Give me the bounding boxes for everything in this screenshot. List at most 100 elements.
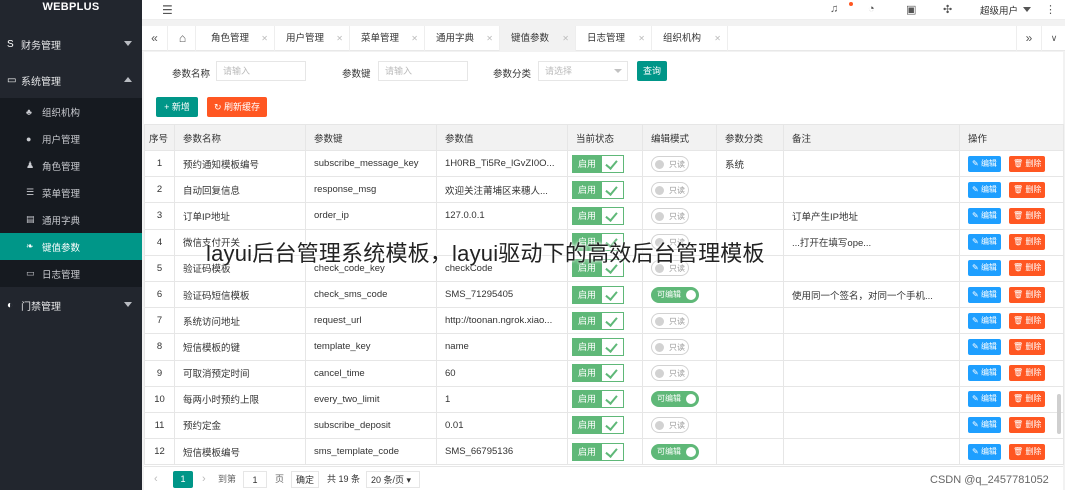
- add-button[interactable]: + 新增: [156, 97, 198, 117]
- delete-button[interactable]: 🗑 删除: [1008, 443, 1046, 460]
- sidebar-item-menus[interactable]: ☰ 菜单管理: [0, 179, 142, 206]
- edit-button[interactable]: ✎ 编辑: [968, 260, 1001, 277]
- tab-org[interactable]: 组织机构 ✕: [652, 26, 728, 51]
- state-checkbox[interactable]: 启用: [572, 364, 624, 383]
- close-icon[interactable]: ✕: [486, 26, 493, 51]
- bell-icon[interactable]: ♫: [830, 3, 838, 15]
- sidebar-item-params[interactable]: ❧ 键值参数: [0, 233, 142, 260]
- theme-icon[interactable]: ◔: [868, 3, 875, 15]
- close-icon[interactable]: ✕: [411, 26, 418, 51]
- edit-button[interactable]: ✎ 编辑: [968, 181, 1001, 198]
- vertical-scrollbar[interactable]: [1057, 394, 1061, 434]
- edit-button[interactable]: ✎ 编辑: [968, 286, 1001, 303]
- tab-logs[interactable]: 日志管理 ✕: [576, 26, 652, 51]
- edit-mode-switch[interactable]: 只读: [651, 155, 689, 172]
- delete-button[interactable]: 🗑 删除: [1008, 365, 1046, 382]
- edit-mode-switch[interactable]: 只读: [651, 181, 689, 198]
- edit-button[interactable]: ✎ 编辑: [968, 417, 1001, 434]
- table-row[interactable]: 11 预约定金 subscribe_deposit 0.01 启用 只读 ✎ 编辑 🗑 删除: [144, 411, 1064, 440]
- column-header[interactable]: 参数键: [305, 124, 437, 151]
- tab-scroll-right-icon[interactable]: »: [1016, 26, 1042, 51]
- table-row[interactable]: 2 自动回复信息 response_msg 欢迎关注莆埔区来穗人... 启用 只读 ✎ 编辑…: [144, 176, 1064, 204]
- table-row[interactable]: 9 可取消预定时间 cancel_time 60 启用 只读 ✎ 编辑 🗑 删除: [144, 359, 1064, 387]
- state-checkbox[interactable]: 启用: [572, 311, 624, 330]
- goto-page-input[interactable]: 1: [243, 471, 267, 488]
- edit-mode-switch[interactable]: 只读: [651, 312, 689, 329]
- delete-button[interactable]: 🗑 删除: [1008, 234, 1046, 251]
- sidebar-item-dictionary[interactable]: ▤ 通用字典: [0, 206, 142, 233]
- state-checkbox[interactable]: 启用: [572, 180, 624, 199]
- delete-button[interactable]: 🗑 删除: [1008, 286, 1046, 303]
- edit-button[interactable]: ✎ 编辑: [968, 207, 1001, 224]
- close-icon[interactable]: ✕: [562, 26, 569, 51]
- caret-down-icon[interactable]: [1023, 7, 1031, 12]
- edit-button[interactable]: ✎ 编辑: [968, 338, 1001, 355]
- sidebar-item-org[interactable]: ♣ 组织机构: [0, 98, 142, 125]
- delete-button[interactable]: 🗑 删除: [1008, 181, 1046, 198]
- column-header[interactable]: 参数值: [436, 124, 568, 151]
- edit-button[interactable]: ✎ 编辑: [968, 155, 1001, 172]
- close-icon[interactable]: ✕: [261, 26, 268, 51]
- table-row[interactable]: 10 每两小时预约上限 every_two_limit 1 启用 可编辑 ✎ 编辑 🗑 删除: [144, 385, 1064, 413]
- sidebar-item-users[interactable]: ● 用户管理: [0, 125, 142, 152]
- column-header[interactable]: 操作: [959, 124, 1064, 151]
- edit-mode-switch[interactable]: 只读: [651, 338, 689, 355]
- edit-mode-switch[interactable]: 只读: [651, 417, 689, 434]
- sidebar-item-roles[interactable]: ♟ 角色管理: [0, 152, 142, 179]
- chevron-down-icon[interactable]: ∨: [1041, 26, 1065, 51]
- prev-page-icon[interactable]: ‹: [154, 471, 158, 488]
- fullscreen-icon[interactable]: ✣: [943, 3, 952, 16]
- query-button[interactable]: 查询: [637, 61, 667, 81]
- state-checkbox[interactable]: 启用: [572, 154, 624, 173]
- column-header[interactable]: 编辑模式: [642, 124, 717, 151]
- table-row[interactable]: 3 订单IP地址 order_ip 127.0.0.1 启用 只读 订单产生IP地址 ✎ 编辑…: [144, 202, 1064, 230]
- sidebar-group-access[interactable]: ◐ 门禁管理: [0, 287, 142, 323]
- table-row[interactable]: 8 短信模板的键 template_key name 启用 只读 ✎ 编辑 🗑 删除: [144, 333, 1064, 361]
- state-checkbox[interactable]: 启用: [572, 337, 624, 356]
- edit-button[interactable]: ✎ 编辑: [968, 312, 1001, 329]
- column-header[interactable]: 备注: [783, 124, 960, 151]
- column-header[interactable]: 参数分类: [716, 124, 784, 151]
- column-header[interactable]: 当前状态: [567, 124, 643, 151]
- delete-button[interactable]: 🗑 删除: [1008, 417, 1046, 434]
- hamburger-icon[interactable]: ☰: [162, 3, 173, 17]
- close-icon[interactable]: ✕: [336, 26, 343, 51]
- edit-mode-switch[interactable]: 可编辑: [651, 443, 699, 460]
- edit-mode-switch[interactable]: 可编辑: [651, 286, 699, 303]
- state-checkbox[interactable]: 启用: [572, 416, 624, 435]
- edit-mode-switch[interactable]: 只读: [651, 207, 689, 224]
- delete-button[interactable]: 🗑 删除: [1008, 312, 1046, 329]
- tab-dictionary[interactable]: 通用字典 ✕: [425, 26, 500, 51]
- delete-button[interactable]: 🗑 删除: [1008, 207, 1046, 224]
- edit-mode-switch[interactable]: 可编辑: [651, 391, 699, 408]
- sidebar-group-finance[interactable]: S 财务管理: [0, 26, 142, 62]
- table-row[interactable]: 7 系统访问地址 request_url http://toonan.ngrok.xi…: [144, 307, 1064, 335]
- tab-params[interactable]: 键值参数 ✕: [500, 26, 576, 51]
- close-icon[interactable]: ✕: [638, 26, 645, 51]
- delete-button[interactable]: 🗑 删除: [1008, 155, 1046, 172]
- delete-button[interactable]: 🗑 删除: [1008, 260, 1046, 277]
- edit-button[interactable]: ✎ 编辑: [968, 443, 1001, 460]
- edit-mode-switch[interactable]: 只读: [651, 365, 689, 382]
- param-key-input[interactable]: 请输入: [378, 61, 468, 81]
- state-checkbox[interactable]: 启用: [572, 285, 624, 304]
- page-current[interactable]: 1: [173, 471, 193, 488]
- tab-roles[interactable]: 角色管理 ✕: [200, 26, 275, 51]
- lock-icon[interactable]: ▣: [906, 3, 916, 16]
- goto-confirm-button[interactable]: 确定: [291, 471, 319, 488]
- tab-users[interactable]: 用户管理 ✕: [275, 26, 350, 51]
- table-row[interactable]: 1 预约通知模板编号 subscribe_message_key 1H0RB_Ti5R…: [144, 149, 1064, 178]
- state-checkbox[interactable]: 启用: [572, 442, 624, 461]
- close-icon[interactable]: ✕: [714, 26, 721, 51]
- edit-button[interactable]: ✎ 编辑: [968, 391, 1001, 408]
- home-icon[interactable]: ⌂: [170, 26, 196, 51]
- next-page-icon[interactable]: ›: [202, 471, 206, 488]
- delete-button[interactable]: 🗑 删除: [1008, 391, 1046, 408]
- table-row[interactable]: 6 验证码短信模板 check_sms_code SMS_71295405 启用 可编辑 使…: [144, 280, 1064, 309]
- edit-button[interactable]: ✎ 编辑: [968, 365, 1001, 382]
- param-name-input[interactable]: 请输入: [216, 61, 306, 81]
- page-size-select[interactable]: 20 条/页 ▾: [366, 471, 420, 488]
- delete-button[interactable]: 🗑 删除: [1008, 338, 1046, 355]
- sidebar-group-system[interactable]: ▭ 系统管理: [0, 62, 142, 98]
- sidebar-item-logs[interactable]: ▭ 日志管理: [0, 260, 142, 287]
